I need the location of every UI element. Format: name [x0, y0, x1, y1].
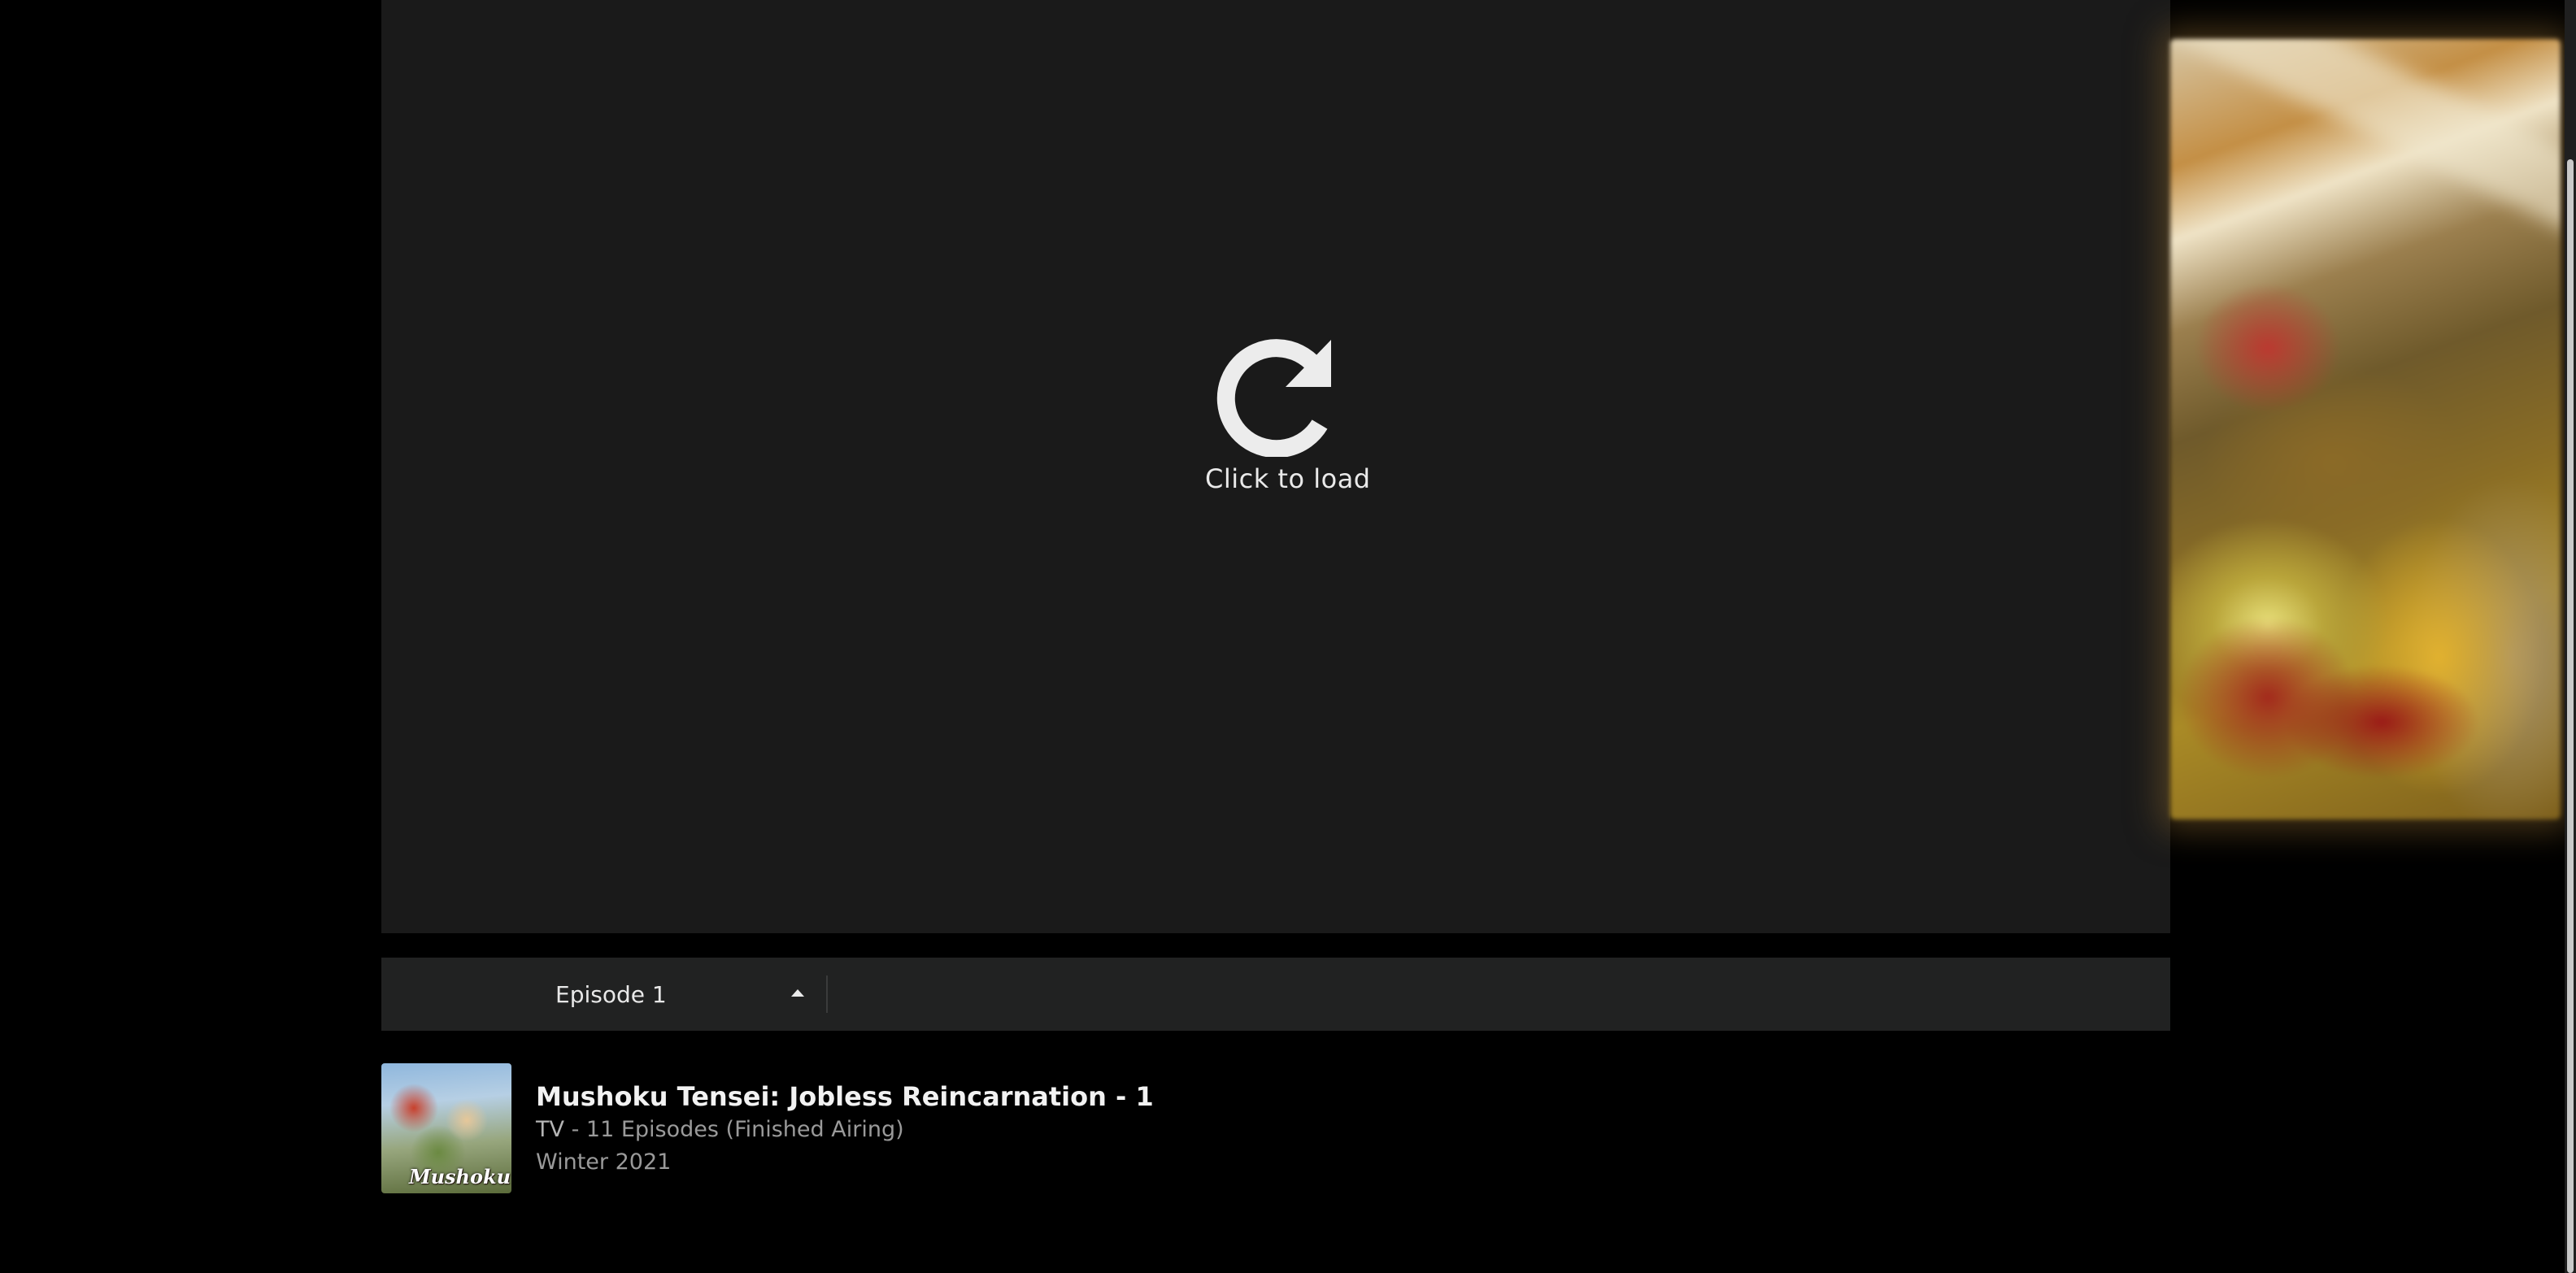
- caret-up-icon: [791, 989, 804, 997]
- anime-type: TV: [536, 1117, 564, 1142]
- anime-episodes: 11 Episodes (Finished Airing): [585, 1117, 904, 1142]
- reload-icon: [1216, 339, 1331, 457]
- episode-dropdown[interactable]: Episode 1: [555, 958, 824, 1031]
- anime-title[interactable]: Mushoku Tensei: Jobless Reincarnation - …: [536, 1081, 1154, 1112]
- anime-details: Mushoku Tensei: Jobless Reincarnation - …: [536, 1081, 1154, 1177]
- side-banner-image: [2170, 39, 2561, 819]
- anime-meta: TV - 11 Episodes (Finished Airing): [536, 1115, 1154, 1145]
- episode-bar: Episode 1: [381, 958, 2170, 1031]
- meta-separator: -: [571, 1117, 580, 1142]
- page: Click to load Episode 1 Mushoku Mushoku …: [0, 0, 2576, 1273]
- scrollbar[interactable]: [2565, 0, 2576, 1273]
- scrollbar-thumb[interactable]: [2567, 159, 2574, 1273]
- poster-logo-text: Mushoku: [409, 1165, 511, 1188]
- anime-season: Winter 2021: [536, 1149, 672, 1175]
- load-label: Click to load: [1205, 463, 1371, 494]
- load-video-button[interactable]: Click to load: [1205, 335, 1371, 494]
- divider: [826, 975, 828, 1013]
- anime-poster[interactable]: Mushoku: [381, 1063, 511, 1193]
- episode-dropdown-label: Episode 1: [555, 980, 667, 1008]
- video-player[interactable]: Click to load: [381, 0, 2170, 933]
